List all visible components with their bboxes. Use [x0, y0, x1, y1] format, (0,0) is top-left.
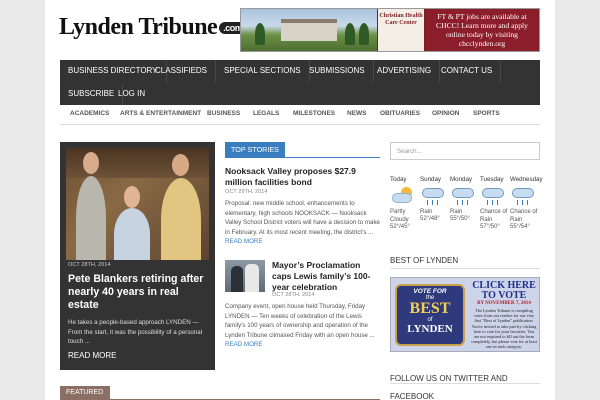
story-read-more-link[interactable]: READ MORE [225, 341, 262, 348]
click-here-to-vote-link[interactable]: CLICK HERE TO VOTE [471, 281, 537, 301]
ad-text[interactable]: FT & PT jobs are available at CHCC! Lear… [425, 9, 539, 51]
best-of-lynden-badge: VOTE FOR the BEST of LYNDEN [395, 284, 465, 346]
tree-shape [345, 23, 355, 45]
best-of-lynden-divider [390, 268, 540, 269]
vote-description: The Lynden Tribune is compiling votes fr… [471, 308, 537, 350]
badge-vote-text: VOTE FOR [413, 288, 447, 295]
featured-section-tab: FEATURED [60, 386, 110, 400]
person-shape [114, 208, 150, 260]
story-excerpt-text: Company event, open house held Thursday,… [225, 303, 375, 339]
featured-story-photo[interactable] [66, 148, 209, 260]
top-stories-heading: TOP STORIES [225, 142, 285, 158]
weather-forecast: Today Partly Cloudy 52°/45° Sunday Rain … [390, 176, 545, 244]
weather-day-name: Tuesday [480, 176, 504, 183]
site-logo[interactable]: Lynden Tribune .com [59, 14, 247, 41]
rain-icon [510, 186, 536, 206]
subnav-item-opinion[interactable]: Opinion [432, 110, 459, 117]
subnav-item-obituaries[interactable]: Obituaries [380, 110, 420, 117]
subnav-item-academics[interactable]: Academics [70, 110, 109, 117]
top-stories-divider [225, 157, 380, 158]
nav-item-advertising[interactable]: Advertising [369, 60, 441, 82]
story-title[interactable]: Mayor’s Proclamation caps Lewis family’s… [272, 260, 382, 293]
nav-item-contact-us[interactable]: Contact Us [433, 60, 502, 82]
story-excerpt-text: Proposal: new middle school, enhancement… [225, 200, 380, 236]
weather-temps: 52°/48° [420, 216, 440, 222]
nav-item-classifieds[interactable]: Classifieds [147, 60, 217, 82]
story-thumbnail[interactable] [225, 260, 265, 292]
subnav-item-legals[interactable]: Legals [253, 110, 279, 117]
follow-divider [390, 383, 540, 384]
story-read-more-link[interactable]: READ MORE [225, 238, 262, 245]
main-nav: Business Directory Classifieds Special S… [60, 60, 540, 105]
subnav-item-milestones[interactable]: Milestones [293, 110, 335, 117]
weather-day: Sunday Rain 52°/48° [420, 176, 450, 222]
weather-day: Tuesday Chance of Rain 57°/50° [480, 176, 510, 230]
person-shape [245, 264, 259, 292]
tree-shape [359, 23, 369, 45]
logo-text[interactable]: Lynden Tribune [59, 14, 218, 40]
person-head-shape [172, 154, 189, 176]
person-head-shape [83, 152, 99, 174]
nav-item-special-sections[interactable]: Special Sections [216, 60, 310, 82]
story-date: OCT 28TH, 2014 [272, 292, 315, 298]
building-shape [281, 19, 337, 41]
page: Lynden Tribune .com Christian Health Care… [45, 0, 555, 400]
rain-icon [450, 186, 476, 206]
featured-read-more-link[interactable]: READ MORE [68, 351, 116, 360]
ad-org-name: Christian Health Care Center [379, 13, 423, 26]
featured-story-title[interactable]: Pete Blankers retiring after nearly 40 y… [68, 273, 210, 312]
weather-temps: 57°/50° [480, 224, 500, 230]
nav-item-log-in[interactable]: Log In [110, 83, 153, 105]
subnav-item-news[interactable]: News [347, 110, 367, 117]
subnav-item-sports[interactable]: Sports [473, 110, 500, 117]
weather-day: Today Partly Cloudy 52°/45° [390, 176, 420, 230]
weather-day-name: Today [390, 176, 407, 183]
search-input[interactable]: Search... [390, 142, 540, 160]
header-ad-banner[interactable]: Christian Health Care Center FT & PT job… [240, 8, 540, 52]
best-of-lynden-heading: BEST OF LYNDEN [390, 256, 459, 265]
person-head-shape [124, 186, 140, 208]
weather-condition: Chance of Rain [510, 209, 538, 223]
partly-cloudy-icon [390, 186, 416, 206]
badge-best-text: BEST [409, 300, 451, 317]
follow-us-heading: FOLLOW US ON TWITTER AND FACEBOOK [390, 374, 508, 400]
subnav-item-arts-entertainment[interactable]: Arts & Entertainment [120, 110, 201, 117]
badge-place-text: LYNDEN [407, 323, 453, 335]
weather-day-name: Wednesday [510, 176, 543, 183]
story-excerpt: Proposal: new middle school, enhancement… [225, 199, 381, 247]
story-excerpt: Company event, open house held Thursday,… [225, 302, 381, 350]
weather-condition: Rain [420, 209, 433, 215]
nav-item-submissions[interactable]: Submissions [301, 60, 374, 82]
tree-shape [255, 23, 265, 45]
rain-icon [480, 186, 506, 206]
subnav-item-business[interactable]: Business [207, 110, 240, 117]
weather-temps: 55°/54° [510, 224, 530, 230]
weather-day-name: Sunday [420, 176, 441, 183]
weather-condition: Chance of Rain [480, 209, 508, 223]
story-title[interactable]: Nooksack Valley proposes $27.9 million f… [225, 166, 385, 188]
person-shape [231, 266, 243, 292]
weather-day: Wednesday Chance of Rain 55°/54° [510, 176, 543, 230]
weather-day-name: Monday [450, 176, 473, 183]
ad-org-logo: Christian Health Care Center [377, 9, 425, 51]
story-date: OCT 29TH, 2014 [225, 189, 268, 195]
person-shape [161, 178, 201, 260]
rain-icon [420, 186, 446, 206]
weather-day: Monday Rain 55°/50° [450, 176, 480, 222]
best-of-lynden-ad[interactable]: VOTE FOR the BEST of LYNDEN CLICK HERE T… [390, 277, 540, 352]
weather-condition: Partly Cloudy [390, 209, 409, 223]
ad-building-photo [241, 9, 377, 51]
weather-condition: Rain [450, 209, 463, 215]
weather-temps: 52°/45° [390, 224, 410, 230]
featured-story-excerpt: He takes a people-based approach LYNDEN … [68, 319, 203, 345]
featured-story-date: OCT 28TH, 2014 [68, 262, 111, 268]
category-nav: Academics Arts & Entertainment Business … [60, 105, 540, 125]
vote-deadline: BY NOVEMBER 7, 2014 [477, 301, 531, 306]
person-shape [76, 176, 106, 260]
weather-temps: 55°/50° [450, 216, 470, 222]
featured-story-card[interactable]: OCT 28TH, 2014 Pete Blankers retiring af… [60, 142, 215, 370]
